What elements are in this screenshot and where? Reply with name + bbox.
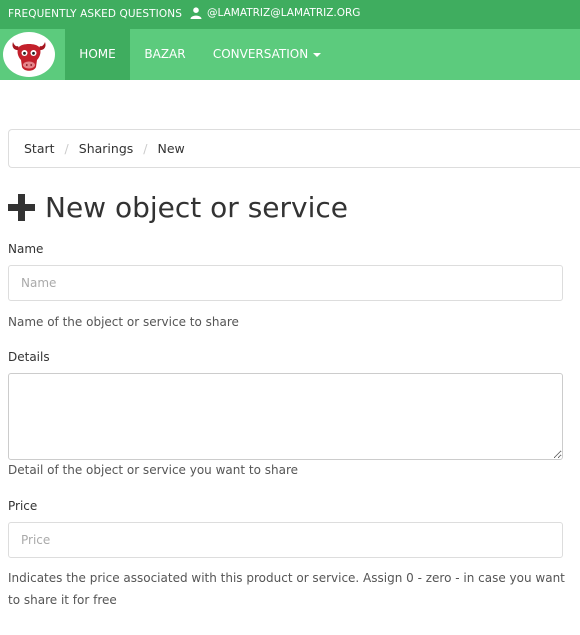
caret-down-icon <box>313 52 322 57</box>
page-title-text: New object or service <box>45 190 348 224</box>
price-label: Price <box>8 499 38 513</box>
main-navbar: HOME BAZAR CONVERSATION <box>0 29 580 80</box>
user-menu[interactable]: @LAMATRIZ@LAMATRIZ.ORG <box>190 7 360 19</box>
page-title: New object or service <box>8 188 348 226</box>
breadcrumb-separator: / <box>64 141 69 156</box>
breadcrumb-current: New <box>157 141 185 156</box>
nav-conversation-dropdown[interactable]: CONVERSATION <box>200 29 334 80</box>
bull-head-logo-icon <box>12 41 46 71</box>
price-input[interactable] <box>8 522 563 558</box>
home-logo-link[interactable] <box>3 32 55 77</box>
price-help-text: Indicates the price associated with this… <box>8 571 565 607</box>
breadcrumb-start[interactable]: Start <box>24 141 55 156</box>
name-help-text: Name of the object or service to share <box>8 315 239 329</box>
breadcrumb: Start / Sharings / New <box>8 129 580 168</box>
details-label: Details <box>8 350 50 364</box>
name-input[interactable] <box>8 265 563 301</box>
name-label: Name <box>8 242 44 256</box>
plus-icon <box>8 193 35 221</box>
nav-conversation-label: CONVERSATION <box>212 47 309 61</box>
details-textarea[interactable] <box>8 373 563 460</box>
details-help-text: Detail of the object or service you want… <box>8 463 299 477</box>
faq-link[interactable]: FREQUENTLY ASKED QUESTIONS <box>8 8 182 20</box>
breadcrumb-separator: / <box>143 141 148 156</box>
breadcrumb-sharings[interactable]: Sharings <box>79 141 134 156</box>
top-bar: FREQUENTLY ASKED QUESTIONS @LAMATRIZ@LAM… <box>0 0 580 29</box>
user-icon <box>190 7 202 19</box>
user-email: @LAMATRIZ@LAMATRIZ.ORG <box>207 7 361 19</box>
nav-bazar[interactable]: BAZAR <box>130 29 200 80</box>
nav-home[interactable]: HOME <box>65 29 130 80</box>
